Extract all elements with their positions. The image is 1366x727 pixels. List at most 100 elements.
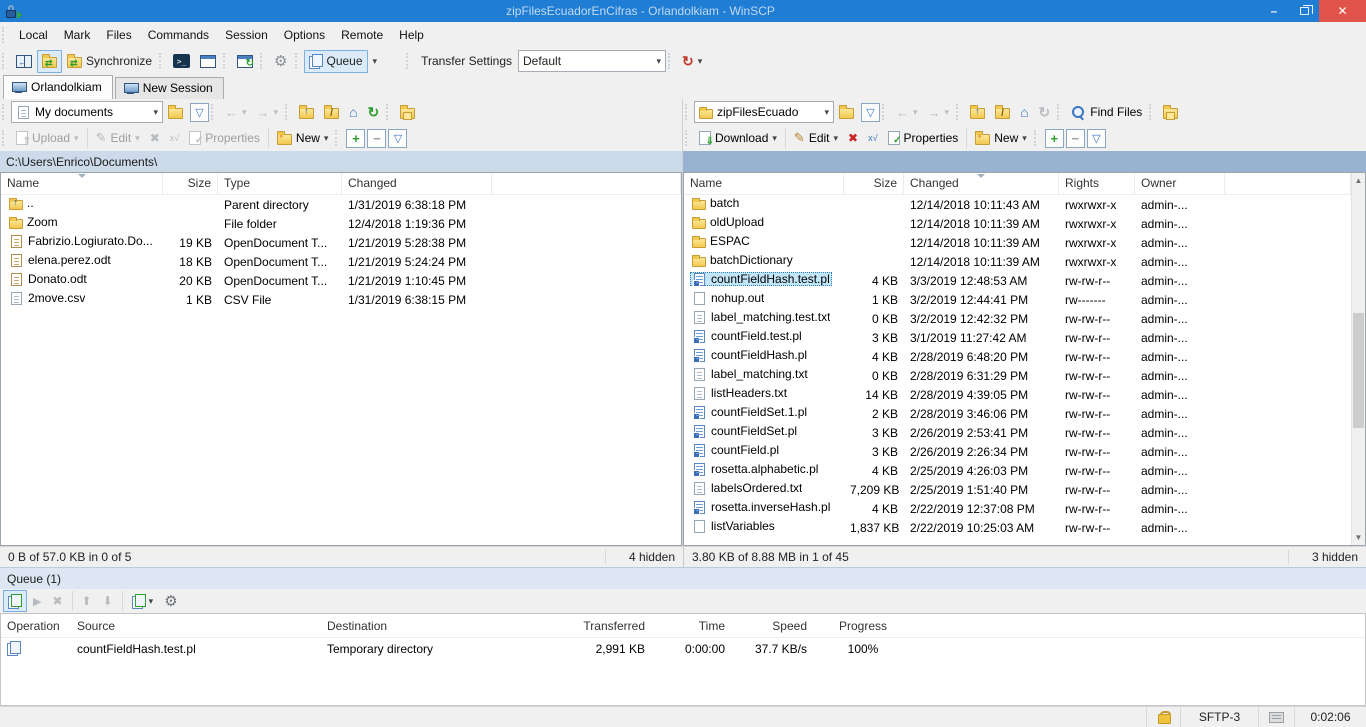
scrollbar-thumb[interactable]: [1353, 313, 1364, 428]
remote-home-button[interactable]: [1015, 101, 1033, 124]
menu-help[interactable]: Help: [391, 24, 432, 46]
local-selection-filter-button[interactable]: [388, 129, 407, 148]
column-header-size[interactable]: Size: [844, 173, 904, 194]
local-parent-directory-button[interactable]: [294, 101, 319, 124]
scroll-up-arrow-icon[interactable]: ▲: [1352, 173, 1365, 188]
local-edit-button[interactable]: Edit▾: [91, 127, 145, 150]
vertical-scrollbar[interactable]: ▲ ▼: [1351, 173, 1365, 545]
file-row[interactable]: ZoomFile folder12/4/2018 1:19:36 PM: [1, 214, 681, 233]
open-console-button[interactable]: [168, 50, 195, 73]
remote-delete-button[interactable]: [843, 127, 863, 150]
file-row[interactable]: Fabrizio.Logiurato.Do...19 KBOpenDocumen…: [1, 233, 681, 252]
file-row[interactable]: ESPAC12/14/2018 10:11:39 AMrwxrwxr-xadmi…: [684, 233, 1365, 252]
scroll-down-arrow-icon[interactable]: ▼: [1352, 530, 1365, 545]
queue-dropdown[interactable]: ▾: [368, 50, 383, 73]
local-back-button[interactable]: ←▾: [220, 101, 252, 124]
file-row[interactable]: countField.pl3 KB2/26/2019 2:26:34 PMrw-…: [684, 442, 1365, 461]
column-header-changed[interactable]: Changed: [904, 173, 1059, 194]
column-header-rights[interactable]: Rights: [1059, 173, 1135, 194]
file-row[interactable]: countFieldSet.pl3 KB2/26/2019 2:53:41 PM…: [684, 423, 1365, 442]
local-forward-button[interactable]: →▾: [252, 101, 284, 124]
queue-column-header-source[interactable]: Source: [71, 619, 321, 633]
remote-filter-button[interactable]: [861, 103, 880, 122]
local-hidden-count[interactable]: 4 hidden: [605, 550, 683, 564]
column-header-type[interactable]: Type: [218, 173, 342, 194]
tab-new-session[interactable]: New Session: [115, 77, 224, 99]
file-row[interactable]: label_matching.test.txt0 KB3/2/2019 12:4…: [684, 309, 1365, 328]
file-row[interactable]: rosetta.alphabetic.pl4 KB2/25/2019 4:26:…: [684, 461, 1365, 480]
queue-column-header-destination[interactable]: Destination: [321, 619, 571, 633]
tab-orlandolkiam[interactable]: Orlandolkiam: [3, 75, 113, 99]
local-home-button[interactable]: [344, 101, 362, 124]
remote-new-button[interactable]: New▾: [970, 127, 1032, 150]
download-button[interactable]: Download▾: [694, 127, 782, 150]
transfer-settings-select[interactable]: Default▾: [518, 50, 666, 72]
queue-show-toggle[interactable]: [3, 590, 27, 612]
queue-resume-button[interactable]: [28, 590, 46, 612]
remote-unselect-button[interactable]: [1066, 129, 1085, 148]
remote-rename-button[interactable]: [863, 127, 882, 150]
file-row[interactable]: elena.perez.odt18 KBOpenDocument T...1/2…: [1, 252, 681, 271]
file-row[interactable]: labelsOrdered.txt7,209 KB2/25/2019 1:51:…: [684, 480, 1365, 499]
encryption-status[interactable]: [1146, 707, 1180, 727]
local-unselect-button[interactable]: [367, 129, 386, 148]
remote-edit-button[interactable]: Edit▾: [789, 127, 843, 150]
file-row[interactable]: batch12/14/2018 10:11:43 AMrwxrwxr-xadmi…: [684, 195, 1365, 214]
file-row[interactable]: countFieldHash.pl4 KB2/28/2019 6:48:20 P…: [684, 347, 1365, 366]
menu-files[interactable]: Files: [98, 24, 139, 46]
menu-mark[interactable]: Mark: [56, 24, 99, 46]
local-refresh-button[interactable]: [363, 101, 385, 124]
refresh-session-button[interactable]: [232, 50, 258, 73]
local-root-directory-button[interactable]: [319, 101, 344, 124]
remote-refresh-button[interactable]: [1034, 101, 1056, 124]
transfer-mode-button[interactable]: ▾: [677, 50, 707, 73]
file-row[interactable]: 2move.csv1 KBCSV File1/31/2019 6:38:15 P…: [1, 290, 681, 309]
file-row[interactable]: listVariables1,837 KB2/22/2019 10:25:03 …: [684, 518, 1365, 537]
synchronize-browsing-toggle[interactable]: [37, 50, 62, 73]
file-row[interactable]: label_matching.txt0 KB2/28/2019 6:31:29 …: [684, 366, 1365, 385]
queue-move-up-button[interactable]: [77, 590, 97, 612]
queue-column-header-time[interactable]: Time: [651, 619, 731, 633]
remote-select-button[interactable]: [1045, 129, 1064, 148]
remote-open-directory-button[interactable]: [834, 101, 859, 124]
file-row[interactable]: listHeaders.txt14 KB2/28/2019 4:39:05 PM…: [684, 385, 1365, 404]
local-open-directory-button[interactable]: [163, 101, 188, 124]
server-status[interactable]: [1258, 707, 1294, 727]
local-drive-select[interactable]: My documents▾: [11, 101, 163, 123]
queue-column-header-progress[interactable]: Progress: [813, 619, 913, 633]
queue-panel-header[interactable]: Queue (1): [0, 567, 1366, 589]
preferences-layout-button[interactable]: [11, 50, 37, 73]
protocol-status[interactable]: SFTP-3: [1180, 707, 1258, 727]
find-files-button[interactable]: Find Files: [1066, 101, 1147, 124]
column-header-changed[interactable]: Changed: [342, 173, 492, 194]
remote-root-directory-button[interactable]: [990, 101, 1015, 124]
remote-properties-button[interactable]: Properties: [883, 127, 964, 150]
column-header-owner[interactable]: Owner: [1135, 173, 1225, 194]
local-properties-button[interactable]: Properties: [184, 127, 265, 150]
local-new-button[interactable]: New▾: [272, 127, 334, 150]
queue-preferences-button[interactable]: [159, 590, 182, 612]
queue-column-header-operation[interactable]: Operation: [1, 619, 71, 633]
remote-forward-button[interactable]: →▾: [923, 101, 955, 124]
remote-path-bar[interactable]: [683, 151, 1366, 172]
queue-process-button[interactable]: ▾: [127, 590, 159, 612]
queue-column-header-transferred[interactable]: Transferred: [571, 619, 651, 633]
remote-selection-filter-button[interactable]: [1087, 129, 1106, 148]
column-header-name[interactable]: Name: [1, 173, 163, 194]
minimize-button[interactable]: [1259, 0, 1289, 22]
queue-column-header-speed[interactable]: Speed: [731, 619, 813, 633]
file-row[interactable]: nohup.out1 KB3/2/2019 12:44:41 PMrw-----…: [684, 290, 1365, 309]
local-delete-button[interactable]: [145, 127, 165, 150]
file-row[interactable]: countFieldHash.test.pl4 KB3/3/2019 12:48…: [684, 271, 1365, 290]
file-row[interactable]: rosetta.inverseHash.pl4 KB2/22/2019 12:3…: [684, 499, 1365, 518]
column-header-size[interactable]: Size: [163, 173, 218, 194]
synchronize-button[interactable]: Synchronize: [62, 50, 157, 73]
preferences-button[interactable]: [269, 50, 292, 73]
column-header-name[interactable]: Name: [684, 173, 844, 194]
menu-commands[interactable]: Commands: [140, 24, 217, 46]
remote-parent-directory-button[interactable]: [965, 101, 990, 124]
local-symlink-button[interactable]: [395, 101, 420, 124]
file-row[interactable]: countFieldSet.1.pl2 KB2/28/2019 3:46:06 …: [684, 404, 1365, 423]
session-duration[interactable]: 0:02:06: [1294, 707, 1366, 727]
upload-button[interactable]: Upload▾: [11, 127, 84, 150]
